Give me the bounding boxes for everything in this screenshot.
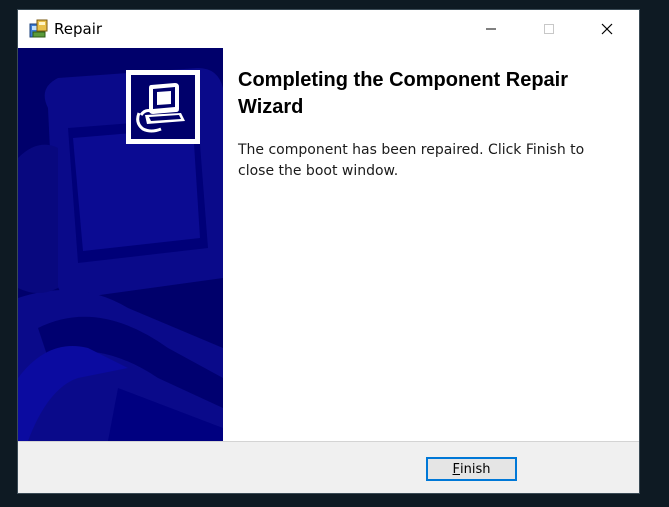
computer-repair-icon [136, 83, 185, 133]
minimize-icon [485, 20, 497, 39]
close-button[interactable] [584, 10, 630, 48]
maximize-button[interactable] [526, 10, 572, 48]
wizard-message: The component has been repaired. Click F… [238, 142, 585, 179]
wizard-logo [126, 70, 200, 144]
wizard-sidebar-banner [18, 48, 223, 441]
close-icon [601, 20, 613, 39]
installer-app-icon [29, 19, 49, 39]
repair-window: Repair Completing the Component Repair W… [18, 10, 639, 493]
minimize-button[interactable] [468, 10, 514, 48]
window-title: Repair [54, 20, 103, 38]
wizard-heading: Completing the Component Repair Wizard [238, 69, 568, 118]
title-bar[interactable]: Repair [18, 10, 639, 48]
wizard-content: Completing the Component Repair Wizard T… [223, 48, 639, 441]
finish-label: inish [460, 461, 491, 477]
finish-button[interactable]: Finish [426, 457, 517, 481]
finish-accelerator-key: F [452, 461, 460, 477]
wizard-footer: Finish [18, 441, 639, 493]
maximize-icon [543, 20, 555, 39]
